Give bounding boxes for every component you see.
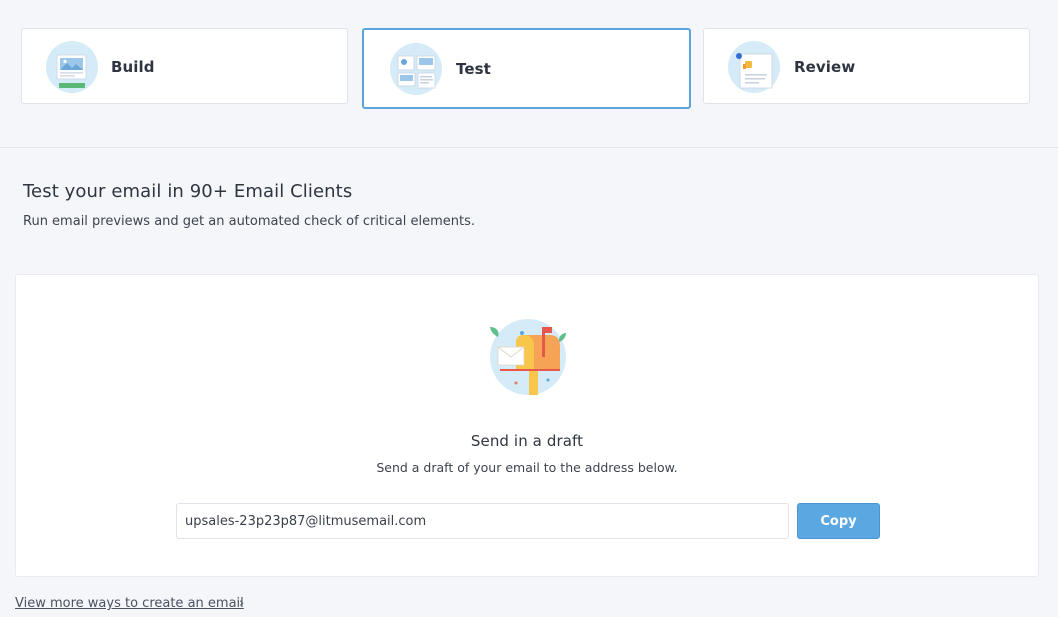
send-draft-title: Send in a draft <box>470 432 584 450</box>
tab-review-label: Review <box>794 58 856 76</box>
test-illustration-icon <box>390 43 442 95</box>
tab-test[interactable]: Test <box>362 28 691 109</box>
tab-review[interactable]: Review <box>703 28 1030 104</box>
tab-build[interactable]: Build <box>21 28 348 104</box>
view-more-ways-link[interactable]: View more ways to create an email <box>15 595 244 612</box>
page-title: Test your email in 90+ Email Clients <box>23 181 353 202</box>
tab-build-label: Build <box>111 58 155 76</box>
page-subtitle: Run email previews and get an automated … <box>23 214 476 229</box>
send-draft-description: Send a draft of your email to the addres… <box>376 460 678 475</box>
draft-email-address-field[interactable] <box>176 503 789 539</box>
tab-test-label: Test <box>456 60 491 78</box>
build-illustration-icon <box>46 41 98 93</box>
mailbox-illustration-icon <box>490 319 566 395</box>
chevron-right-icon: › <box>239 596 245 611</box>
copy-button[interactable]: Copy <box>797 503 880 539</box>
review-illustration-icon <box>728 41 780 93</box>
step-tabs: Build Test Review <box>0 0 1058 148</box>
send-draft-card: Send in a draft Send a draft of your ema… <box>15 274 1039 577</box>
